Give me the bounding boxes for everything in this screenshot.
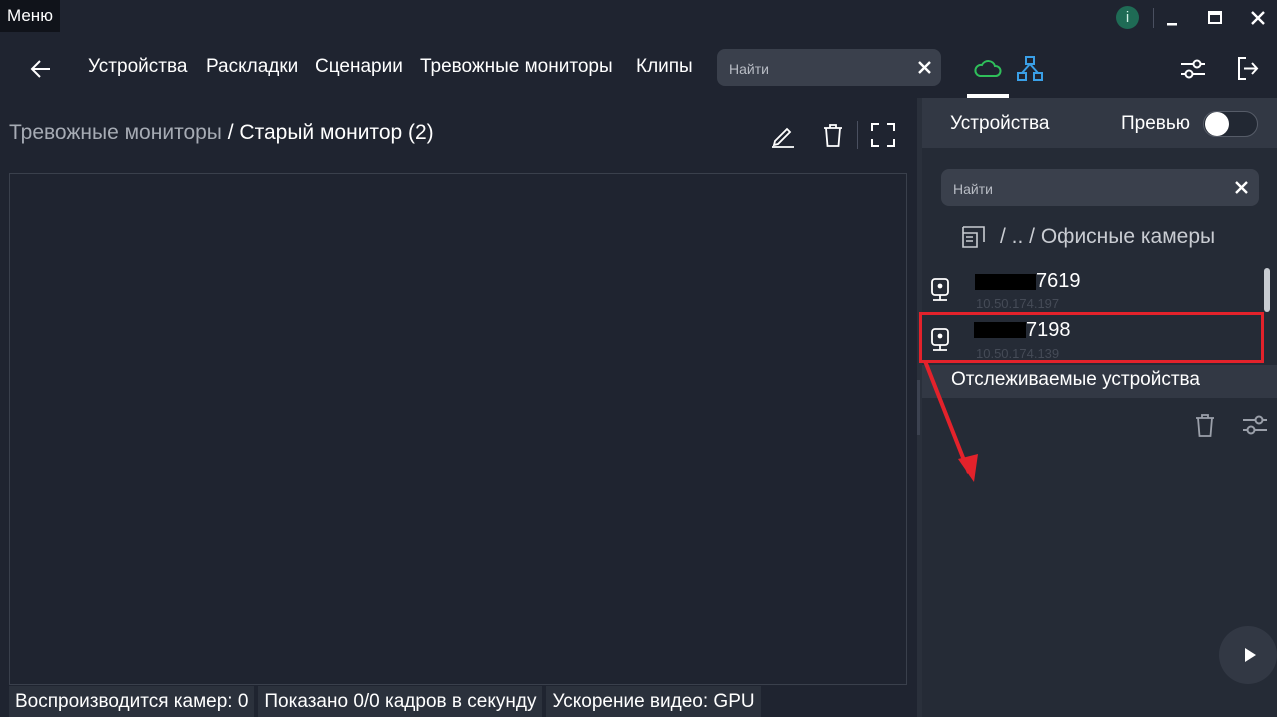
status-frames: Показано 0/0 кадров в секунду bbox=[258, 686, 543, 717]
preview-label: Превью bbox=[1121, 113, 1191, 134]
status-bar: Воспроизводится камер: 0 Показано 0/0 ка… bbox=[9, 686, 761, 717]
annotation-arrow bbox=[919, 355, 989, 485]
breadcrumb-separator: / bbox=[221, 121, 240, 144]
redacted-device-name bbox=[975, 274, 1036, 290]
maximize-icon[interactable] bbox=[1203, 6, 1227, 30]
nav-alarm-monitors[interactable]: Тревожные мониторы bbox=[420, 56, 613, 78]
devices-panel-title: Устройства bbox=[950, 113, 1050, 134]
settings-sliders-icon[interactable] bbox=[1179, 56, 1207, 82]
nav-clips[interactable]: Клипы bbox=[636, 56, 693, 78]
breadcrumb-current: Старый монитор (2) bbox=[239, 121, 434, 144]
tracked-settings-icon[interactable] bbox=[1241, 413, 1269, 437]
expand-panel-button[interactable] bbox=[1219, 626, 1277, 684]
titlebar-divider bbox=[1153, 8, 1154, 28]
tracked-delete-icon[interactable] bbox=[1193, 412, 1217, 438]
top-search-input[interactable] bbox=[727, 49, 911, 88]
delete-icon[interactable] bbox=[821, 122, 845, 148]
device-name: 7619 bbox=[1036, 270, 1081, 292]
devices-search-input[interactable] bbox=[951, 169, 1225, 208]
folder-path[interactable]: / .. / Офисные камеры bbox=[1000, 225, 1215, 249]
info-icon[interactable]: i bbox=[1116, 6, 1139, 29]
nav-scenarios[interactable]: Сценарии bbox=[315, 56, 403, 78]
nav-layouts[interactable]: Раскладки bbox=[206, 56, 298, 78]
devices-scrollbar[interactable] bbox=[1264, 268, 1270, 312]
status-video-acceleration: Ускорение видео: GPU bbox=[546, 686, 761, 717]
menu-button[interactable]: Меню bbox=[0, 0, 60, 32]
title-bar bbox=[0, 0, 1277, 36]
monitor-canvas[interactable] bbox=[9, 173, 907, 685]
edit-icon[interactable] bbox=[770, 122, 796, 148]
breadcrumb-parent[interactable]: Тревожные мониторы bbox=[9, 121, 222, 144]
back-arrow-icon[interactable] bbox=[28, 56, 54, 82]
status-playing-cameras: Воспроизводится камер: 0 bbox=[9, 686, 255, 717]
folder-tree-icon[interactable] bbox=[958, 224, 988, 250]
close-icon[interactable] bbox=[1246, 6, 1270, 30]
clear-search-icon[interactable] bbox=[915, 58, 934, 77]
preview-toggle-knob[interactable] bbox=[1205, 112, 1229, 136]
minimize-icon[interactable] bbox=[1160, 6, 1184, 30]
fullscreen-icon[interactable] bbox=[870, 122, 896, 148]
logout-icon[interactable] bbox=[1235, 55, 1261, 82]
network-icon[interactable] bbox=[1015, 54, 1045, 82]
clear-devices-search-icon[interactable] bbox=[1232, 178, 1251, 197]
nav-devices[interactable]: Устройства bbox=[88, 56, 187, 78]
cloud-icon[interactable] bbox=[973, 56, 1003, 80]
devices-search-box bbox=[941, 169, 1259, 208]
play-arrow-icon bbox=[1241, 646, 1259, 664]
camera-icon bbox=[928, 277, 952, 303]
top-search-box bbox=[717, 49, 941, 88]
breadcrumb: Тревожные мониторы / Старый монитор (2) bbox=[9, 121, 434, 145]
device-row[interactable]: 7619 10.50.174.197 bbox=[922, 266, 1262, 314]
device-ip: 10.50.174.197 bbox=[976, 296, 1060, 311]
toolbar-divider bbox=[857, 121, 858, 149]
